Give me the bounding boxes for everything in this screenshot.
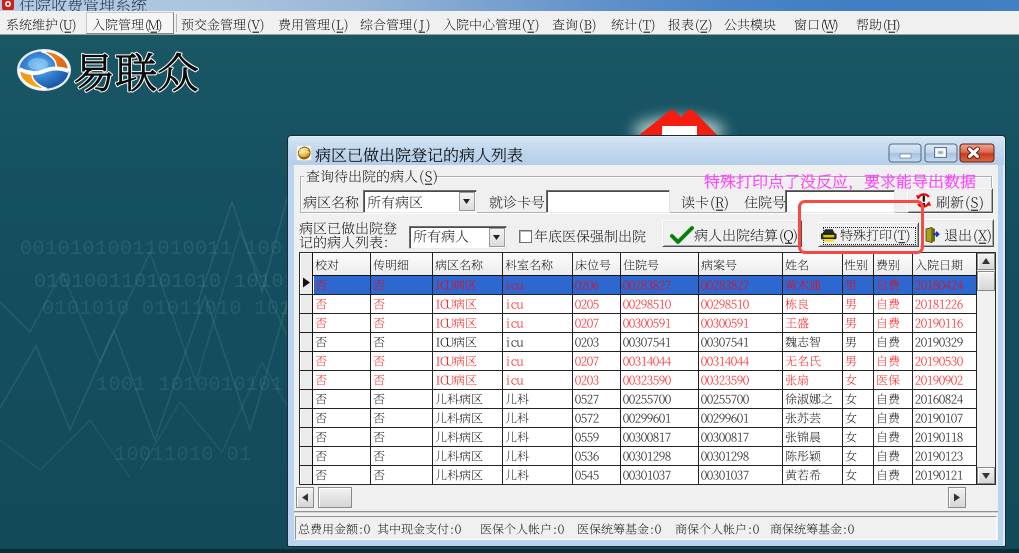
svg-text:0101010 01011010 101: 0101010 01011010 101 (42, 298, 292, 321)
svg-text:10011010 01: 10011010 01 (114, 444, 252, 467)
svg-text:1001 1010010101: 1001 1010010101 (96, 374, 284, 397)
svg-text:010100110101010 10101: 010100110101010 10101 (34, 271, 297, 294)
svg-text:00101010011010011 100: 00101010011010011 100 (20, 238, 283, 261)
